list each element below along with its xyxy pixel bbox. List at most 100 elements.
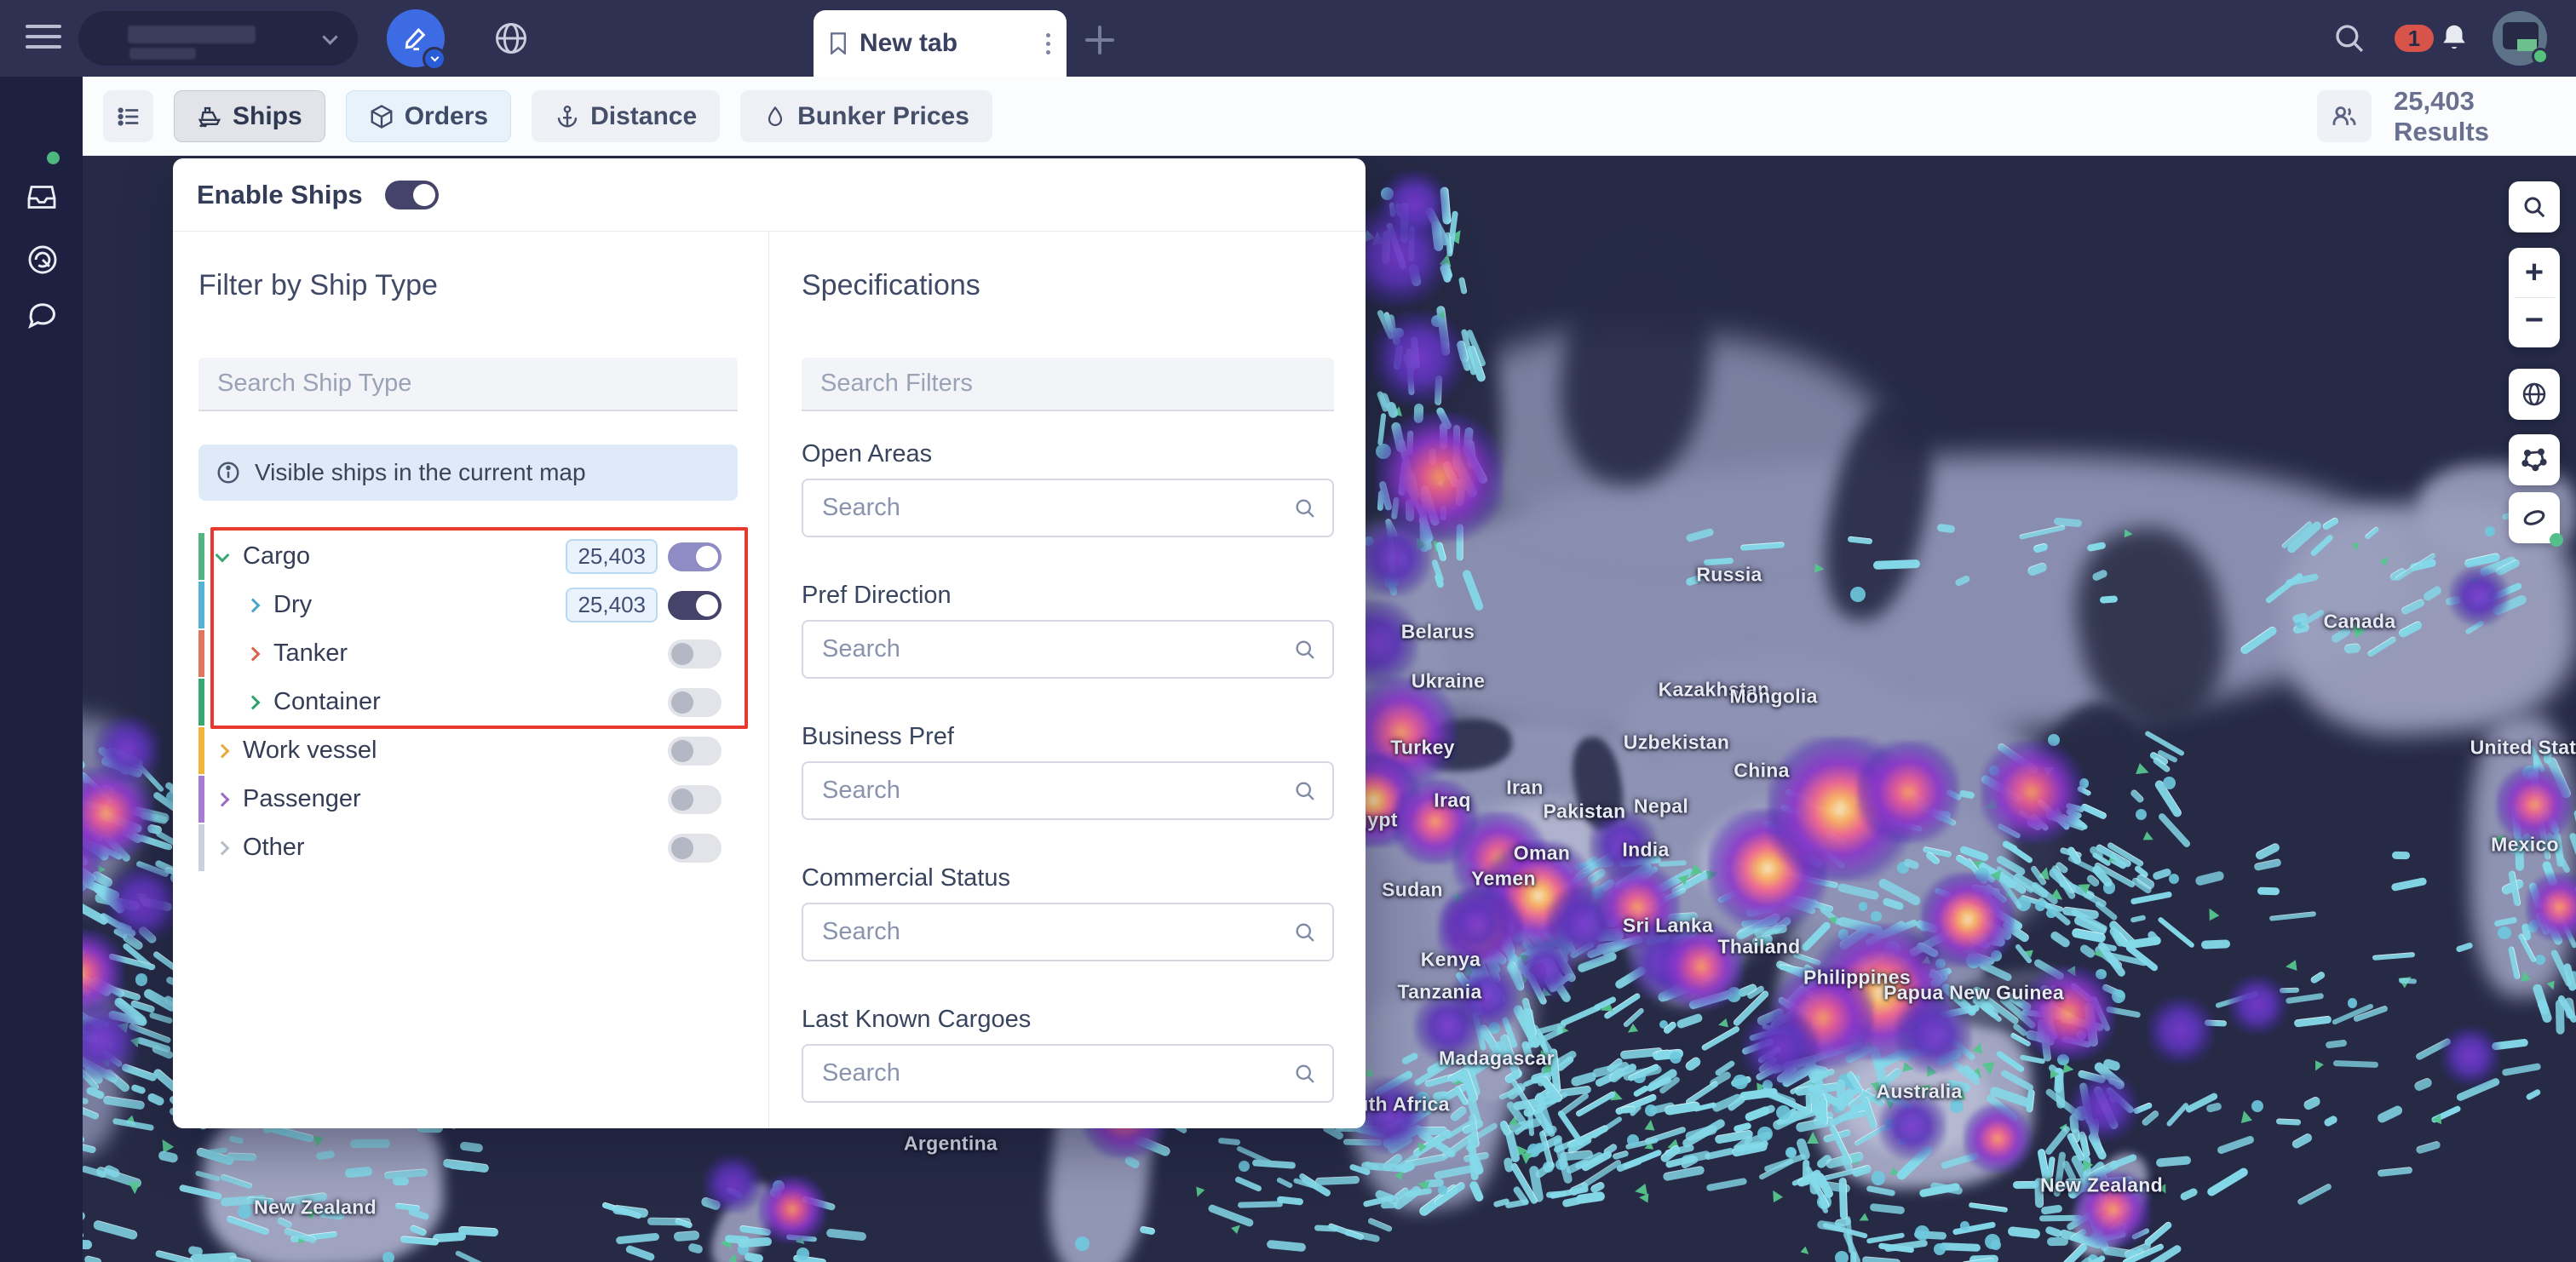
tab-new-tab[interactable]: New tab (814, 10, 1067, 77)
results-count: 25,403 Results (2394, 77, 2576, 156)
spec-filters-search-input[interactable] (802, 358, 1334, 411)
map-zoom-controls: + − (2509, 248, 2560, 347)
ship-type-label: Tanker (273, 640, 348, 668)
work-vessel-toggle[interactable] (668, 737, 722, 766)
chevron-right-icon[interactable] (216, 840, 230, 855)
map-country-label: United States (2470, 737, 2576, 760)
row-color-bar (198, 824, 204, 871)
chevron-down-icon[interactable] (216, 548, 230, 562)
spec-search-input-business-pref[interactable] (803, 777, 1293, 805)
chevron-right-icon[interactable] (216, 743, 230, 758)
ship-type-row-dry[interactable]: Dry25,403 (173, 581, 768, 629)
sidebar-inbox-button[interactable] (26, 184, 57, 217)
passenger-toggle[interactable] (668, 785, 722, 814)
search-icon (1293, 921, 1317, 944)
map-polygon-button[interactable] (2509, 434, 2560, 485)
tanker-toggle[interactable] (668, 640, 722, 668)
ship-track (227, 1153, 256, 1162)
ship-track (2041, 1205, 2063, 1215)
enable-ships-toggle[interactable] (385, 181, 439, 209)
map-search-button[interactable] (2509, 181, 2560, 232)
mode-button-ships[interactable]: Ships (174, 90, 325, 142)
cargo-toggle[interactable] (668, 542, 722, 571)
sidebar-radar-button[interactable] (26, 244, 59, 280)
lasso-active-dot (2550, 533, 2563, 547)
notifications-bell-button[interactable] (2438, 21, 2470, 58)
ship-track (2536, 998, 2550, 1015)
spec-search-input-pref-direction[interactable] (803, 635, 1293, 663)
mode-button-bunker-prices[interactable]: Bunker Prices (740, 90, 992, 142)
ship-marker (2163, 777, 2176, 789)
map-country-label: Thailand (1718, 936, 1801, 959)
compose-dropdown-badge[interactable] (423, 47, 446, 71)
ship-track (825, 1228, 866, 1241)
ship-track (616, 1232, 660, 1244)
list-view-button[interactable] (103, 90, 153, 142)
ship-track (1706, 1177, 1748, 1191)
map-country-label: Mexico (2491, 834, 2559, 857)
map-country-label: Ukraine (1412, 670, 1485, 693)
ship-track (2079, 944, 2096, 960)
list-icon (116, 104, 141, 129)
density-heat-blob (83, 1002, 139, 1079)
ship-type-row-cargo[interactable]: Cargo25,403 (173, 532, 768, 581)
ship-track (2130, 891, 2173, 904)
ship-track (2303, 1095, 2322, 1111)
container-toggle[interactable] (668, 688, 722, 717)
ship-track (2200, 939, 2229, 949)
map-globe-button[interactable] (2509, 369, 2560, 420)
spec-search-input-last-known-cargoes[interactable] (803, 1059, 1293, 1087)
ship-type-search-input[interactable] (198, 358, 738, 411)
ship-track (2392, 852, 2410, 859)
map-country-label: Pakistan (1543, 800, 1625, 823)
ship-track (2390, 877, 2427, 892)
search-icon (1293, 496, 1317, 520)
tab-menu-icon[interactable] (1046, 33, 1051, 54)
ship-marker (2035, 901, 2045, 911)
ship-marker (1835, 1251, 1849, 1262)
ship-type-row-passenger[interactable]: Passenger (173, 775, 768, 823)
ship-type-row-tanker[interactable]: Tanker (173, 629, 768, 678)
row-color-bar (198, 630, 204, 677)
top-bar: New tab 1 (0, 0, 2576, 77)
mode-label: Ships (233, 102, 302, 131)
contacts-filter-button[interactable] (2317, 90, 2372, 142)
new-tab-button[interactable] (1084, 24, 1116, 56)
ship-track (1267, 1240, 1307, 1253)
zoom-out-button[interactable]: − (2509, 298, 2560, 347)
mode-button-distance[interactable]: Distance (532, 90, 720, 142)
hamburger-menu-icon[interactable] (26, 25, 61, 52)
ship-type-tree: Cargo25,403Dry25,403 Tanker ContainerWork … (173, 532, 768, 872)
dry-toggle[interactable] (668, 591, 722, 620)
ship-track (83, 1255, 101, 1262)
chevron-right-icon[interactable] (246, 646, 261, 661)
chevron-right-icon[interactable] (246, 695, 261, 709)
ship-track (2007, 1226, 2040, 1239)
chevron-right-icon[interactable] (216, 792, 230, 806)
enable-ships-label: Enable Ships (197, 180, 363, 210)
chevron-right-icon[interactable] (246, 598, 261, 612)
global-search-button[interactable] (2332, 20, 2367, 60)
language-globe-button[interactable] (492, 20, 530, 61)
sidebar-chat-button[interactable] (26, 301, 59, 336)
row-color-bar (198, 582, 204, 628)
user-avatar[interactable] (2493, 11, 2547, 66)
other-toggle[interactable] (668, 834, 722, 863)
ship-type-row-other[interactable]: Other (173, 823, 768, 872)
ship-track (2415, 1140, 2441, 1154)
account-selector[interactable] (78, 11, 358, 66)
ship-marker (2205, 905, 2220, 921)
mode-button-orders[interactable]: Orders (346, 90, 511, 142)
spec-search-input-commercial-status[interactable] (803, 918, 1293, 946)
ship-type-label: Dry (273, 591, 312, 619)
ship-type-row-container[interactable]: Container (173, 678, 768, 726)
notification-count-badge[interactable]: 1 (2395, 25, 2434, 52)
spec-search-input-open-areas[interactable] (803, 494, 1293, 522)
anchor-icon (555, 104, 580, 129)
ship-track (2372, 953, 2415, 961)
zoom-in-button[interactable]: + (2509, 248, 2560, 297)
redacted-text (129, 48, 196, 60)
ship-type-row-work-vessel[interactable]: Work vessel (173, 726, 768, 775)
map-country-label: Iraq (1434, 789, 1470, 812)
ship-track (2286, 993, 2324, 1004)
